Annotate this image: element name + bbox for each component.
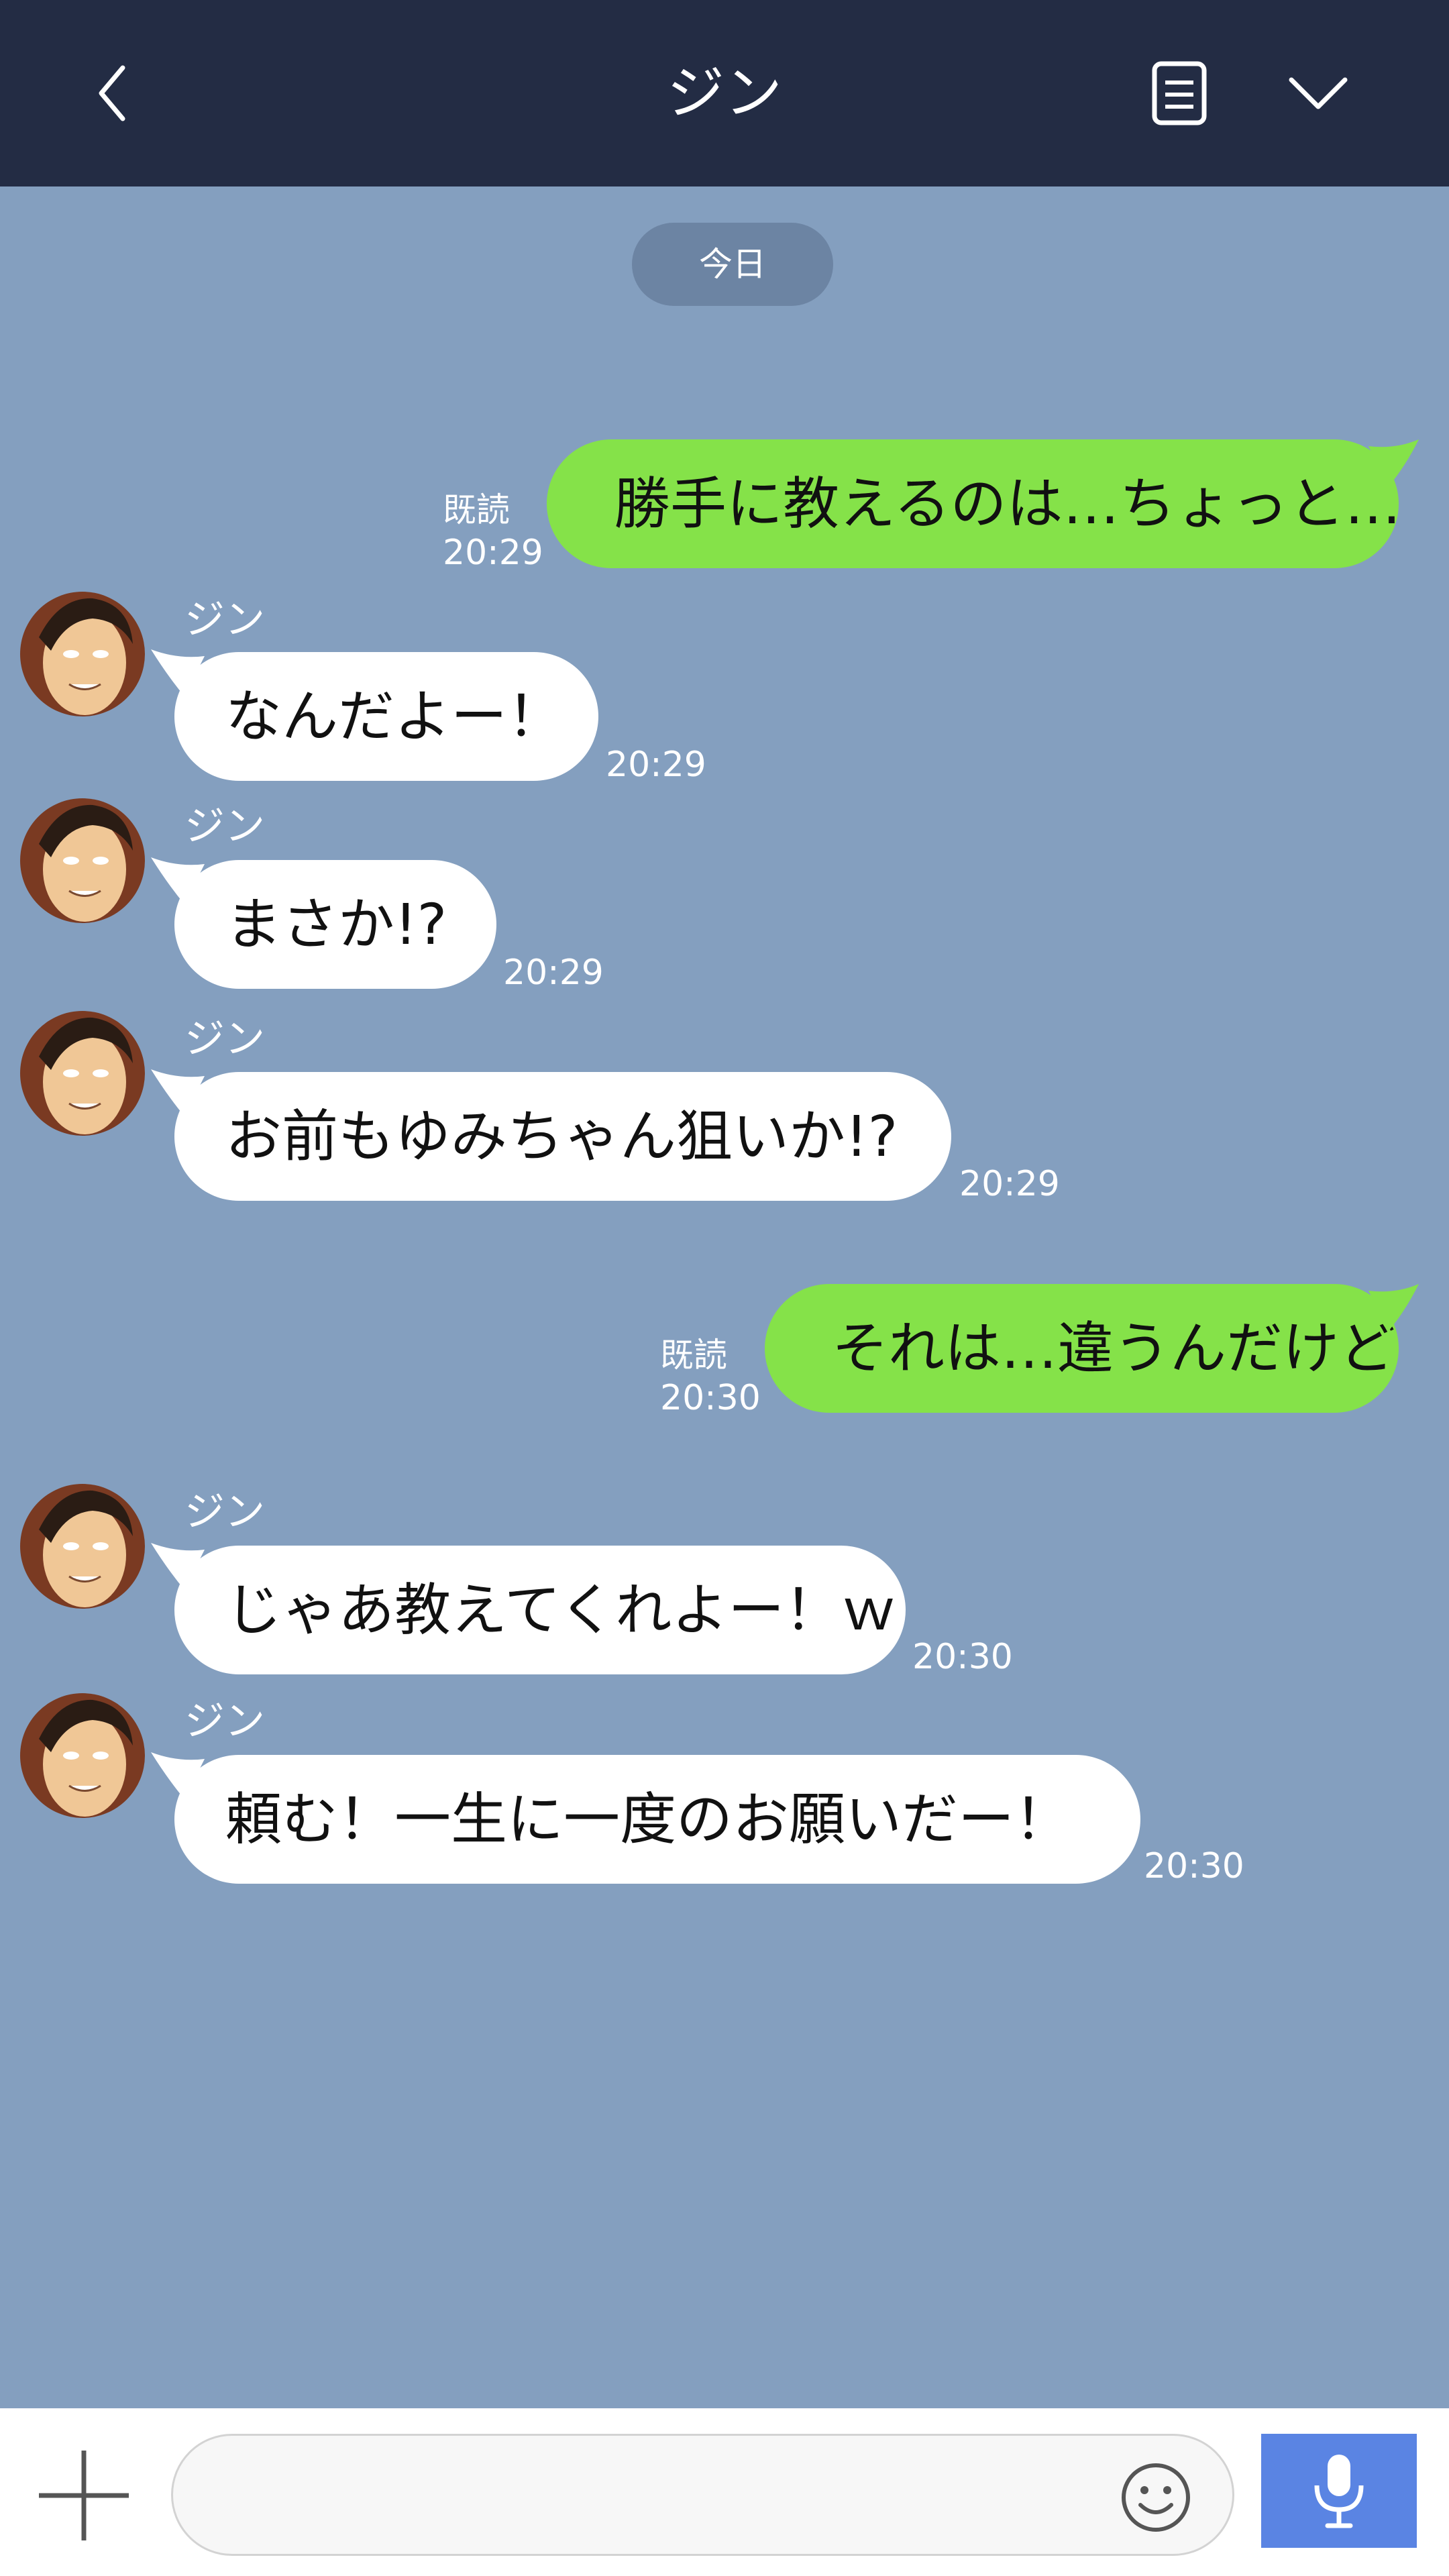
incoming-message-bubble[interactable]: お前もゆみちゃん狙いか!? bbox=[174, 1072, 951, 1201]
chat-title: ジン bbox=[667, 60, 782, 127]
message-text: なんだよー！ bbox=[225, 684, 564, 749]
menu-toggle-button[interactable] bbox=[1278, 53, 1358, 133]
avatar[interactable] bbox=[19, 1692, 146, 1819]
message-time: 20:30 bbox=[1144, 1846, 1244, 1886]
sender-name: ジン bbox=[184, 1016, 265, 1063]
message-time: 20:30 bbox=[660, 1378, 761, 1418]
incoming-message-bubble[interactable]: まさか!? bbox=[174, 860, 496, 989]
message-time: 20:29 bbox=[443, 533, 543, 573]
incoming-message-bubble[interactable]: じゃあ教えてくれよー！ｗ bbox=[174, 1546, 906, 1674]
outgoing-message-bubble[interactable]: それは…違うんだけど bbox=[765, 1284, 1399, 1413]
avatar[interactable] bbox=[19, 590, 146, 718]
plus-icon[interactable] bbox=[34, 2445, 134, 2546]
smiley-icon[interactable] bbox=[1119, 2461, 1193, 2534]
read-label: 既読 bbox=[443, 490, 510, 529]
message-text: 頼む！一生に一度のお願いだー！ bbox=[225, 1786, 1071, 1852]
notes-icon bbox=[1152, 61, 1207, 125]
outgoing-message-bubble[interactable]: 勝手に教えるのは…ちょっと… bbox=[547, 439, 1401, 568]
message-time: 20:29 bbox=[503, 953, 604, 993]
read-status: 既読 20:30 bbox=[660, 1334, 761, 1419]
message-time: 20:29 bbox=[606, 745, 706, 785]
bubble-tail bbox=[1368, 439, 1419, 486]
read-label: 既読 bbox=[660, 1336, 727, 1375]
message-text: じゃあ教えてくれよー！ｗ bbox=[225, 1577, 898, 1643]
message-time: 20:29 bbox=[959, 1164, 1060, 1204]
date-separator: 今日 bbox=[632, 223, 833, 306]
notes-button[interactable] bbox=[1139, 53, 1220, 133]
message-text: 勝手に教えるのは…ちょっと… bbox=[614, 471, 1401, 537]
message-input[interactable] bbox=[171, 2434, 1234, 2556]
avatar[interactable] bbox=[19, 1483, 146, 1610]
chevron-down-icon bbox=[1289, 77, 1348, 109]
sender-name: ジン bbox=[184, 596, 265, 643]
bubble-tail bbox=[1368, 1284, 1419, 1331]
message-time: 20:30 bbox=[912, 1637, 1013, 1677]
read-status: 既読 20:29 bbox=[443, 488, 543, 574]
microphone-icon bbox=[1314, 2455, 1364, 2528]
voice-message-button[interactable] bbox=[1261, 2434, 1417, 2548]
message-text: お前もゆみちゃん狙いか!? bbox=[225, 1104, 898, 1169]
sender-name: ジン bbox=[184, 1489, 265, 1536]
message-text: それは…違うんだけど bbox=[832, 1316, 1396, 1381]
incoming-message-bubble[interactable]: 頼む！一生に一度のお願いだー！ bbox=[174, 1755, 1140, 1884]
sender-name: ジン bbox=[184, 1698, 265, 1745]
incoming-message-bubble[interactable]: なんだよー！ bbox=[174, 652, 598, 781]
avatar[interactable] bbox=[19, 797, 146, 924]
message-text: まさか!? bbox=[225, 892, 447, 957]
sender-name: ジン bbox=[184, 803, 265, 850]
chat-header: ジン bbox=[0, 0, 1449, 186]
avatar[interactable] bbox=[19, 1010, 146, 1137]
